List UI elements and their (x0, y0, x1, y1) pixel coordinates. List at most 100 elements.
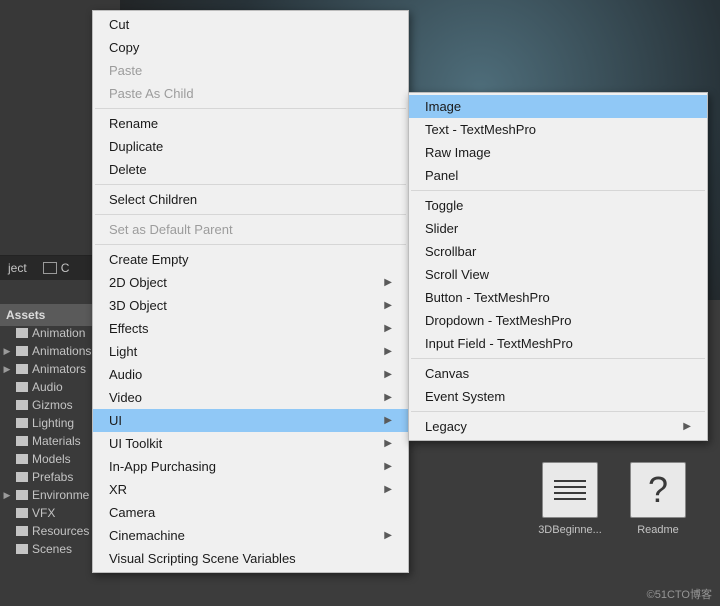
menu-item-paste-as-child: Paste As Child (93, 82, 408, 105)
menu-item-select-children[interactable]: Select Children (93, 188, 408, 211)
menu-item-visual-scripting-scene-variables[interactable]: Visual Scripting Scene Variables (93, 547, 408, 570)
context-menu[interactable]: CutCopyPastePaste As ChildRenameDuplicat… (92, 10, 409, 573)
asset-label: Animations (32, 344, 91, 358)
menu-item-label: Dropdown - TextMeshPro (425, 313, 571, 328)
submenu-arrow-icon: ▶ (384, 415, 392, 426)
folder-icon (16, 526, 28, 536)
asset-label: Audio (32, 380, 63, 394)
menu-item-panel[interactable]: Panel (409, 164, 707, 187)
console-icon (43, 262, 57, 274)
menu-item-label: Audio (109, 367, 142, 382)
menu-item-label: Input Field - TextMeshPro (425, 336, 573, 351)
menu-item-delete[interactable]: Delete (93, 158, 408, 181)
menu-item-label: Camera (109, 505, 155, 520)
menu-item-button-textmeshpro[interactable]: Button - TextMeshPro (409, 286, 707, 309)
menu-item-canvas[interactable]: Canvas (409, 362, 707, 385)
menu-item-dropdown-textmeshpro[interactable]: Dropdown - TextMeshPro (409, 309, 707, 332)
menu-item-text-textmeshpro[interactable]: Text - TextMeshPro (409, 118, 707, 141)
menu-item-label: Scrollbar (425, 244, 476, 259)
menu-item-rename[interactable]: Rename (93, 112, 408, 135)
menu-item-event-system[interactable]: Event System (409, 385, 707, 408)
submenu-arrow-icon: ▶ (683, 421, 691, 432)
folder-icon (16, 454, 28, 464)
expand-icon: ▶ (2, 490, 12, 501)
submenu-arrow-icon: ▶ (384, 392, 392, 403)
menu-item-label: Toggle (425, 198, 463, 213)
submenu-arrow-icon: ▶ (384, 369, 392, 380)
submenu-arrow-icon: ▶ (384, 461, 392, 472)
menu-item-input-field-textmeshpro[interactable]: Input Field - TextMeshPro (409, 332, 707, 355)
asset-thumbs: 3DBeginne...? Readme (538, 462, 690, 536)
asset-label: Resources (32, 524, 89, 538)
document-icon (542, 462, 598, 518)
menu-separator (95, 184, 406, 185)
menu-item-raw-image[interactable]: Raw Image (409, 141, 707, 164)
submenu-arrow-icon: ▶ (384, 438, 392, 449)
asset-label: VFX (32, 506, 55, 520)
menu-separator (411, 411, 705, 412)
menu-item-image[interactable]: Image (409, 95, 707, 118)
menu-item-video[interactable]: Video▶ (93, 386, 408, 409)
folder-icon (16, 544, 28, 554)
folder-icon (16, 418, 28, 428)
menu-item-label: Image (425, 99, 461, 114)
folder-icon (16, 364, 28, 374)
menu-item-toggle[interactable]: Toggle (409, 194, 707, 217)
menu-item-copy[interactable]: Copy (93, 36, 408, 59)
menu-item-legacy[interactable]: Legacy ▶ (409, 415, 707, 438)
menu-item-label: XR (109, 482, 127, 497)
menu-separator (95, 108, 406, 109)
console-tab[interactable]: C (35, 257, 78, 279)
menu-item-label: Cinemachine (109, 528, 185, 543)
menu-item-label: UI Toolkit (109, 436, 162, 451)
menu-item-light[interactable]: Light▶ (93, 340, 408, 363)
menu-item-3d-object[interactable]: 3D Object▶ (93, 294, 408, 317)
asset-label: Lighting (32, 416, 74, 430)
folder-icon (16, 508, 28, 518)
ui-submenu[interactable]: Image Text - TextMeshProRaw ImagePanel Tog… (408, 92, 708, 441)
asset-label: Animators (32, 362, 86, 376)
menu-item-label: Delete (109, 162, 147, 177)
menu-item-label: Rename (109, 116, 158, 131)
asset-thumb[interactable]: ? Readme (626, 462, 690, 536)
thumb-label: 3DBeginne... (538, 524, 602, 536)
menu-separator (411, 190, 705, 191)
menu-item-label: UI (109, 413, 122, 428)
folder-icon (16, 382, 28, 392)
menu-item-cut[interactable]: Cut (93, 13, 408, 36)
menu-item-scroll-view[interactable]: Scroll View (409, 263, 707, 286)
menu-item-set-as-default-parent: Set as Default Parent (93, 218, 408, 241)
menu-item-duplicate[interactable]: Duplicate (93, 135, 408, 158)
menu-item-label: Set as Default Parent (109, 222, 233, 237)
menu-item-label: Paste As Child (109, 86, 194, 101)
submenu-arrow-icon: ▶ (384, 530, 392, 541)
menu-item-label: Legacy (425, 419, 467, 434)
menu-item-scrollbar[interactable]: Scrollbar (409, 240, 707, 263)
menu-item-cinemachine[interactable]: Cinemachine ▶ (93, 524, 408, 547)
question-icon: ? (630, 462, 686, 518)
menu-item-label: Copy (109, 40, 139, 55)
menu-item-label: Visual Scripting Scene Variables (109, 551, 296, 566)
asset-label: Materials (32, 434, 81, 448)
menu-item-label: Scroll View (425, 267, 489, 282)
menu-item-ui-toolkit[interactable]: UI Toolkit ▶ (93, 432, 408, 455)
menu-item-slider[interactable]: Slider (409, 217, 707, 240)
menu-item-in-app-purchasing[interactable]: In-App Purchasing ▶ (93, 455, 408, 478)
submenu-arrow-icon: ▶ (384, 323, 392, 334)
thumb-label: Readme (637, 524, 679, 536)
menu-item-label: Effects (109, 321, 149, 336)
folder-icon (16, 328, 28, 338)
menu-item-ui[interactable]: UI ▶ (93, 409, 408, 432)
asset-label: Gizmos (32, 398, 73, 412)
menu-item-2d-object[interactable]: 2D Object▶ (93, 271, 408, 294)
asset-thumb[interactable]: 3DBeginne... (538, 462, 602, 536)
project-tab[interactable]: ject (0, 257, 35, 279)
menu-item-create-empty[interactable]: Create Empty (93, 248, 408, 271)
menu-item-xr[interactable]: XR▶ (93, 478, 408, 501)
menu-item-label: In-App Purchasing (109, 459, 216, 474)
menu-item-effects[interactable]: Effects ▶ (93, 317, 408, 340)
submenu-arrow-icon: ▶ (384, 277, 392, 288)
menu-item-audio[interactable]: Audio ▶ (93, 363, 408, 386)
menu-item-camera[interactable]: Camera (93, 501, 408, 524)
project-tab-label: ject (8, 261, 27, 275)
